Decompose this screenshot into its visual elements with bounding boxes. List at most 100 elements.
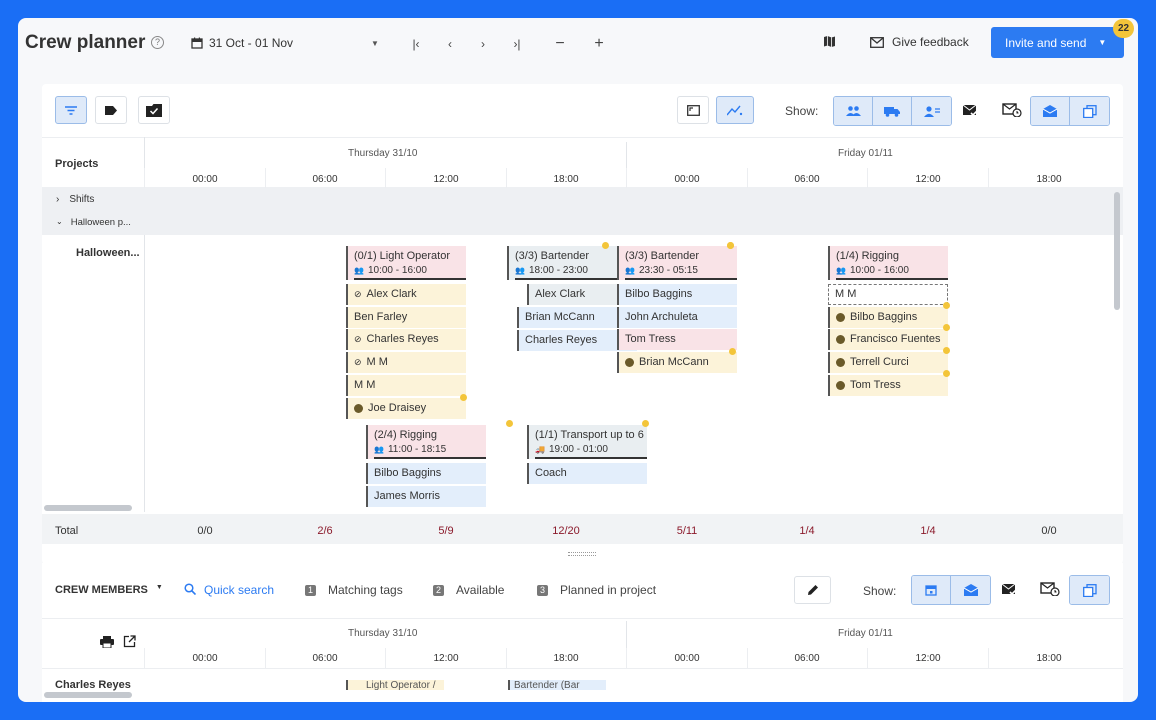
expand-icon (686, 104, 700, 116)
assigned-person[interactable]: Ben Farley (346, 306, 466, 328)
grid-line (626, 648, 627, 668)
eye-off-icon: ⊘ (354, 357, 362, 368)
assigned-person[interactable]: Joe Draisey (346, 397, 466, 419)
shift-time-label: 10:00 - 16:00 (849, 265, 909, 276)
person-name: Charles Reyes (366, 333, 439, 346)
tag-button[interactable] (95, 96, 127, 124)
print-icon[interactable] (100, 635, 114, 653)
crew-show-label: Show: (863, 584, 897, 598)
shift-card[interactable]: (2/4) Rigging 👥 11:00 - 18:15 (366, 425, 486, 459)
status-emoji-icon (836, 335, 845, 345)
shift-card[interactable]: (3/3) Bartender 👥 18:00 - 23:00 (507, 246, 627, 280)
crew-filter[interactable]: 1 Matching tags (305, 583, 403, 597)
copy-toggle[interactable] (1070, 576, 1109, 604)
tree-item-shifts[interactable]: › Shifts (56, 194, 94, 205)
assigned-person[interactable]: Coach (527, 463, 647, 484)
status-dot (943, 370, 950, 377)
tree-item-halloween[interactable]: ⌄ Halloween p... (56, 217, 131, 228)
quick-search-button[interactable]: Quick search (184, 583, 274, 597)
crew-filter[interactable]: 2 Available (433, 583, 504, 597)
assigned-person[interactable]: Brian McCann (617, 352, 737, 374)
shift-time-label: 11:00 - 18:15 (387, 444, 447, 455)
chevron-down-icon[interactable]: ▼ (156, 584, 163, 596)
assigned-person[interactable]: Bilbo Baggins (617, 284, 737, 305)
assigned-person[interactable]: M M (828, 284, 948, 305)
assigned-person[interactable]: Terrell Curci (828, 352, 948, 374)
grid-line (867, 648, 868, 668)
mail-clock-toggle[interactable] (1033, 575, 1067, 603)
zoom-in-icon[interactable]: + (587, 34, 611, 54)
mail-check-toggle[interactable] (953, 96, 987, 124)
last-page-icon[interactable]: ›| (505, 34, 529, 54)
assigned-person[interactable]: Bilbo Baggins (366, 463, 486, 484)
mail-open-toggle[interactable] (1031, 97, 1070, 125)
external-link-icon[interactable] (123, 635, 136, 653)
assigned-person[interactable]: ⊘ Alex Clark (346, 284, 466, 305)
map-icon[interactable] (823, 35, 836, 48)
crew-filter[interactable]: 3 Planned in project (537, 583, 656, 597)
crew-members-dropdown[interactable]: CREW MEMBERS ▼ (55, 584, 163, 596)
shift-card[interactable]: (0/1) Light Operator 👥 10:00 - 16:00 (346, 246, 466, 280)
prev-icon[interactable]: ‹ (438, 34, 462, 54)
assigned-person[interactable]: ⊘ M M (346, 352, 466, 374)
folder-check-button[interactable] (138, 96, 170, 124)
shift-card-header: (2/4) Rigging 👥 11:00 - 18:15 (374, 425, 486, 459)
page-title: Crew planner (25, 32, 146, 53)
fullscreen-button[interactable] (677, 96, 709, 124)
assigned-person[interactable]: Tom Tress (828, 374, 948, 396)
mail-check-toggle[interactable] (992, 575, 1026, 603)
assigned-person[interactable]: John Archuleta (617, 306, 737, 328)
assigned-person[interactable]: James Morris (366, 485, 486, 507)
assigned-person[interactable]: Bilbo Baggins (828, 306, 948, 328)
sparkline-icon (727, 105, 743, 115)
edit-button[interactable] (794, 576, 831, 604)
first-page-icon[interactable]: |‹ (404, 34, 428, 54)
crew-horizontal-scrollbar[interactable] (44, 692, 132, 698)
total-value: 0/0 (1041, 525, 1057, 537)
crew-shift-peek[interactable]: Bartender (Bar (508, 680, 606, 690)
shift-card[interactable]: (3/3) Bartender 👥 23:30 - 05:15 (617, 246, 737, 280)
assigned-person[interactable]: Francisco Fuentes (828, 329, 948, 351)
chevron-down-icon[interactable]: ▼ (1098, 38, 1106, 47)
transport-toggle[interactable] (873, 97, 912, 125)
people-icon: 👥 (354, 266, 364, 275)
date-range-picker[interactable]: 31 Oct - 01 Nov ▼ (191, 36, 379, 50)
user-tag-toggle[interactable] (912, 97, 951, 125)
shift-card[interactable]: (1/1) Transport up to 6 🚚 19:00 - 01:00 (527, 425, 647, 459)
filter-button[interactable] (55, 96, 87, 124)
assigned-person[interactable]: ⊘ Charles Reyes (346, 329, 466, 351)
people-toggle[interactable] (834, 97, 873, 125)
next-icon[interactable]: › (471, 34, 495, 54)
shift-card[interactable]: (1/4) Rigging 👥 10:00 - 16:00 (828, 246, 948, 280)
filter-number: 3 (537, 584, 548, 596)
chevron-down-icon[interactable]: ⌄ (56, 217, 63, 228)
status-dot (943, 347, 950, 354)
status-dot (642, 420, 649, 427)
give-feedback-button[interactable]: Give feedback (870, 35, 969, 49)
resize-handle[interactable] (568, 552, 596, 556)
status-dot (460, 394, 467, 401)
invite-and-send-button[interactable]: Invite and send ▼ (991, 27, 1124, 58)
crew-shift-peek[interactable]: Light Operator / (346, 680, 444, 690)
chevron-down-icon[interactable]: ▼ (371, 39, 379, 48)
assigned-person[interactable]: M M (346, 374, 466, 396)
total-value: 1/4 (799, 525, 815, 537)
person-name: Francisco Fuentes (850, 333, 941, 346)
help-icon[interactable]: ? (151, 36, 164, 49)
chevron-right-icon[interactable]: › (56, 194, 59, 205)
stats-toggle-button[interactable] (716, 96, 754, 124)
mail-clock-icon (1002, 103, 1022, 117)
grid-line (626, 168, 627, 188)
mail-clock-toggle[interactable] (995, 96, 1029, 124)
person-name: Bilbo Baggins (850, 310, 918, 323)
zoom-out-icon[interactable]: − (548, 34, 572, 54)
assigned-person[interactable]: Tom Tress (617, 329, 737, 351)
pencil-icon (807, 585, 818, 595)
calendar-toggle[interactable] (912, 576, 951, 604)
status-dot (727, 242, 734, 249)
vertical-scrollbar[interactable] (1114, 192, 1120, 310)
copy-toggle[interactable] (1070, 97, 1109, 125)
mail-open-toggle[interactable] (951, 576, 990, 604)
horizontal-scrollbar[interactable] (44, 505, 132, 511)
assigned-person[interactable]: Alex Clark (527, 284, 617, 305)
